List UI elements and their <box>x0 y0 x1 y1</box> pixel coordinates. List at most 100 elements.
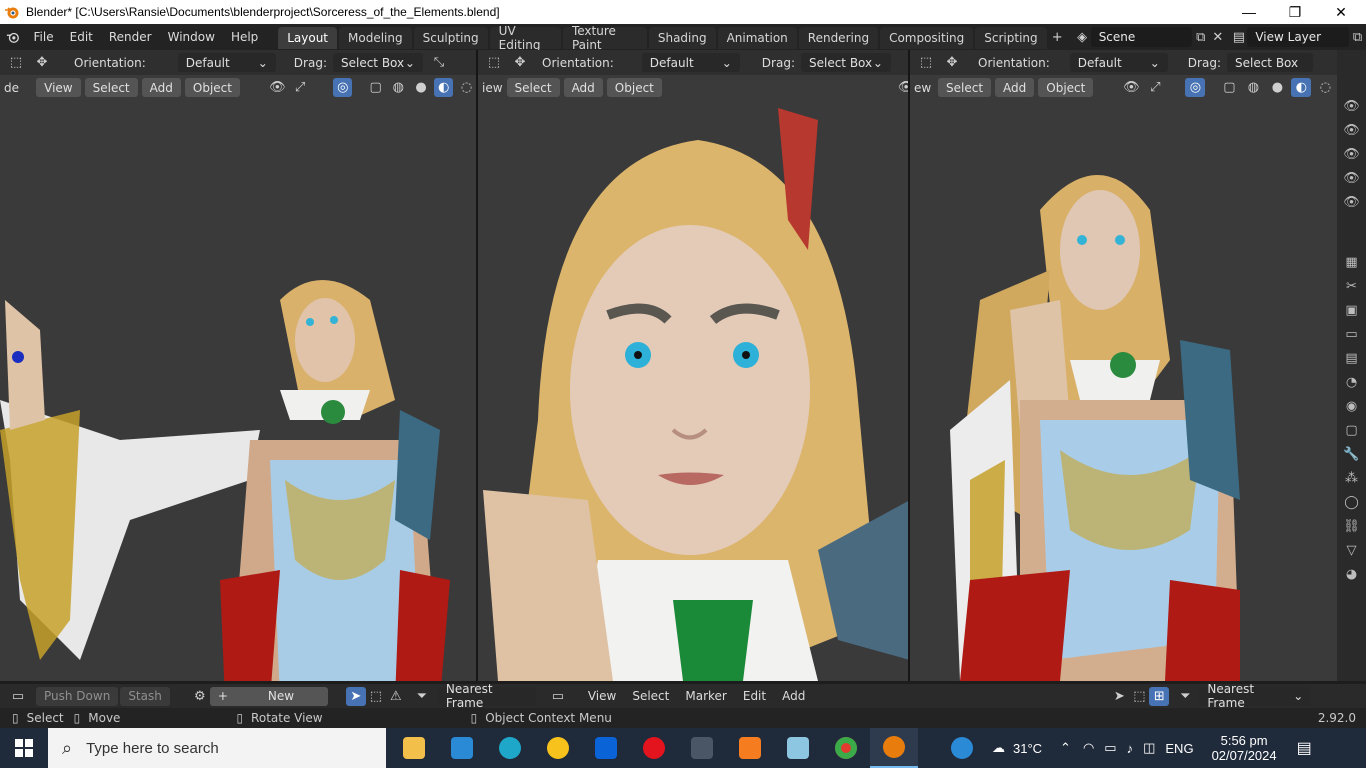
battery-icon[interactable]: ▭ <box>1104 740 1116 756</box>
rendered-shading-icon[interactable]: ◌ <box>1315 78 1335 97</box>
menu-file[interactable]: File <box>26 30 62 44</box>
timeline-add-menu[interactable]: Add <box>774 689 813 703</box>
menu-edit[interactable]: Edit <box>62 30 101 44</box>
tab-uv-editing[interactable]: UV Editing <box>489 24 561 52</box>
viewport-right[interactable]: ⬚ ✥ Orientation: Default ⌄ Drag: Select B… <box>908 50 1337 681</box>
editor-type-icon[interactable]: ▭ <box>8 687 28 706</box>
drag-dropdown[interactable]: Select Box <box>1226 53 1313 72</box>
clock[interactable]: 5:56 pm 02/07/2024 <box>1212 733 1277 763</box>
viewport-middle[interactable]: ⬚ ✥ Orientation: Default ⌄ Drag: Select B… <box>476 50 908 681</box>
app-icon[interactable] <box>774 728 822 768</box>
rendered-shading-icon[interactable]: ◌ <box>457 78 476 97</box>
snap-dropdown[interactable]: Nearest Frame <box>437 682 536 710</box>
outliner-eye-icon[interactable]: 👁 <box>1341 144 1363 164</box>
tab-scripting[interactable]: Scripting <box>975 27 1047 49</box>
tray-overflow-icon[interactable]: ⌃ <box>1060 740 1071 756</box>
help-tray-icon[interactable] <box>938 728 986 768</box>
tab-modeling[interactable]: Modeling <box>339 27 412 49</box>
physics-properties-icon[interactable]: ◯ <box>1341 492 1363 512</box>
world-properties-icon[interactable]: ◉ <box>1341 396 1363 416</box>
particles-properties-icon[interactable]: ⁂ <box>1341 468 1363 488</box>
outliner-eye-icon[interactable]: 👁 <box>1341 192 1363 212</box>
outliner-eye-icon[interactable]: 👁 <box>1341 96 1363 116</box>
outliner-eye-icon[interactable]: 👁 <box>1341 120 1363 140</box>
select-menu[interactable]: Select <box>84 78 138 97</box>
tab-animation[interactable]: Animation <box>717 27 797 49</box>
transform-gizmo-icon[interactable]: ✥ <box>32 53 52 72</box>
drag-dropdown[interactable]: Select Box ⌄ <box>332 53 423 72</box>
network-icon[interactable]: ◠ <box>1083 740 1094 756</box>
chrome-icon[interactable] <box>822 728 870 768</box>
opera-icon[interactable] <box>630 728 678 768</box>
scene-field[interactable]: Scene <box>1090 27 1193 47</box>
winamp-icon[interactable] <box>678 728 726 768</box>
gizmo-icon[interactable]: ⤢ <box>291 78 310 97</box>
editor-type-icon[interactable]: ⬚ <box>916 53 936 72</box>
editor-type-icon[interactable]: ▭ <box>548 687 568 706</box>
visibility-icon[interactable]: 👁 <box>1121 78 1141 97</box>
xray-icon[interactable]: ▢ <box>1219 78 1239 97</box>
object-menu[interactable]: Object <box>1038 78 1094 97</box>
scene-selector-icon[interactable]: ◈ <box>1074 28 1091 47</box>
select-menu[interactable]: Select <box>506 78 560 97</box>
transform-gizmo-icon[interactable]: ✥ <box>942 53 962 72</box>
solid-shading-icon[interactable]: ● <box>1267 78 1287 97</box>
tab-rendering[interactable]: Rendering <box>798 27 879 49</box>
start-button[interactable] <box>0 728 48 768</box>
view-layer-icon[interactable]: ▤ <box>1230 28 1247 47</box>
add-menu[interactable]: Add <box>141 78 181 97</box>
viewport-left[interactable]: ⬚ ✥ Orientation: Default ⌄ Drag: Select B… <box>0 50 476 681</box>
add-menu[interactable]: Add <box>563 78 603 97</box>
view-menu[interactable]: View <box>36 78 81 97</box>
weather-icon[interactable]: ☁ <box>992 740 1005 756</box>
select-cursor-icon[interactable]: ➤ <box>345 686 366 706</box>
wireframe-shading-icon[interactable]: ◍ <box>1243 78 1263 97</box>
view-menu-partial[interactable]: ew <box>914 81 934 95</box>
mail-icon[interactable] <box>438 728 486 768</box>
orientation-dropdown[interactable]: Default ⌄ <box>641 53 740 72</box>
select-box-icon[interactable]: ⬚ <box>1129 687 1149 706</box>
dropbox-icon[interactable] <box>582 728 630 768</box>
view-menu-partial[interactable]: iew <box>482 81 503 95</box>
constraints-properties-icon[interactable]: ⛓ <box>1341 516 1363 536</box>
language-indicator[interactable]: ENG <box>1165 741 1193 756</box>
action-selector-icon[interactable]: ⚙ <box>190 687 210 706</box>
material-shading-icon[interactable]: ◐ <box>434 78 454 97</box>
editor-type-icon[interactable]: ⬚ <box>484 53 504 72</box>
gizmo-icon[interactable]: ⤢ <box>1145 78 1165 97</box>
close-button[interactable]: ✕ <box>1318 0 1364 24</box>
visibility-icon[interactable]: 👁 <box>898 78 908 97</box>
camera-icon[interactable]: ◫ <box>1143 740 1155 756</box>
object-menu[interactable]: Object <box>184 78 240 97</box>
solid-shading-icon[interactable]: ● <box>412 78 431 97</box>
menu-render[interactable]: Render <box>101 30 160 44</box>
filter-icon[interactable]: ⏷ <box>412 687 432 706</box>
modifier-properties-icon[interactable]: 🔧 <box>1341 444 1363 464</box>
minimize-button[interactable]: — <box>1226 0 1272 24</box>
wireframe-shading-icon[interactable]: ◍ <box>389 78 408 97</box>
snap-icon[interactable]: ⤡ <box>429 53 449 72</box>
warning-icon[interactable]: ⚠ <box>386 687 406 706</box>
output-properties-icon[interactable]: ▭ <box>1341 324 1363 344</box>
scene-copy-icon[interactable]: ⧉ <box>1192 28 1209 47</box>
scene-remove-icon[interactable]: ✕ <box>1209 28 1226 47</box>
menu-window[interactable]: Window <box>160 30 223 44</box>
restore-button[interactable]: ❐ <box>1272 0 1318 24</box>
overlays-icon[interactable]: ◎ <box>333 78 353 97</box>
norton-icon[interactable] <box>534 728 582 768</box>
push-down-button[interactable]: Push Down <box>36 686 119 706</box>
add-workspace-icon[interactable]: + <box>1049 28 1066 47</box>
file-explorer-icon[interactable] <box>390 728 438 768</box>
tab-texture-paint[interactable]: Texture Paint <box>562 24 647 52</box>
volume-icon[interactable]: ♪ <box>1127 741 1134 756</box>
select-box-icon[interactable]: ⬚ <box>366 687 386 706</box>
tool-properties-icon[interactable]: ▦ <box>1341 252 1363 272</box>
tool-icon[interactable]: ✂ <box>1341 276 1363 296</box>
object-data-properties-icon[interactable]: ▽ <box>1341 540 1363 560</box>
notification-icon[interactable]: ▤ <box>1297 738 1312 758</box>
editor-type-icon[interactable]: ⬚ <box>6 53 26 72</box>
temperature[interactable]: 31°C <box>1013 741 1042 756</box>
snap-toggle-icon[interactable]: ⊞ <box>1149 686 1170 706</box>
object-properties-icon[interactable]: ▢ <box>1341 420 1363 440</box>
outliner-eye-icon[interactable]: 👁 <box>1341 168 1363 188</box>
